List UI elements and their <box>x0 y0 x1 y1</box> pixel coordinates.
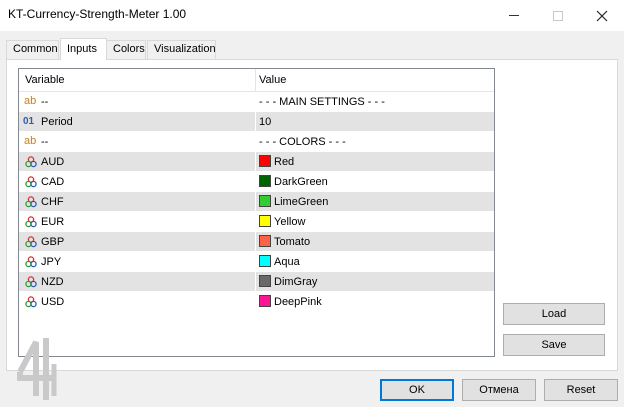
cell-divider <box>255 212 256 232</box>
cell-divider <box>255 112 256 132</box>
variable-value: Red <box>274 156 295 168</box>
variable-name: EUR <box>41 216 65 228</box>
variable-value: DimGray <box>274 276 318 288</box>
cell-divider <box>255 272 256 292</box>
integer-type-icon: 01 <box>23 116 35 127</box>
tab-inputs[interactable]: Inputs <box>60 38 107 60</box>
table-row[interactable]: AUD Red <box>19 152 494 172</box>
inputs-grid[interactable]: Variable Value ab -- - - - MAIN SETTINGS -… <box>18 68 495 357</box>
cell-divider <box>255 172 256 192</box>
maximize-icon <box>553 10 563 21</box>
table-row[interactable]: CHF LimeGreen <box>19 192 494 212</box>
grid-header: Variable Value <box>19 69 494 92</box>
column-header-variable[interactable]: Variable <box>25 74 65 86</box>
color-type-icon <box>25 276 37 288</box>
variable-name: CHF <box>41 196 64 208</box>
variable-name: GBP <box>41 236 65 248</box>
table-row[interactable]: EUR Yellow <box>19 212 494 232</box>
variable-value: DeepPink <box>274 296 322 308</box>
variable-value: - - - MAIN SETTINGS - - - <box>259 96 385 108</box>
variable-value: Aqua <box>274 256 300 268</box>
table-row[interactable]: NZD DimGray <box>19 272 494 292</box>
color-swatch <box>259 275 271 287</box>
color-swatch <box>259 175 271 187</box>
variable-name: JPY <box>41 256 62 268</box>
color-swatch <box>259 235 271 247</box>
tab-colors[interactable]: Colors <box>106 40 146 59</box>
variable-name: NZD <box>41 276 64 288</box>
color-swatch <box>259 195 271 207</box>
variable-name: AUD <box>41 156 65 168</box>
variable-value: - - - COLORS - - - <box>259 136 346 148</box>
watermark-logo <box>17 338 57 400</box>
minimize-button[interactable] <box>494 0 534 31</box>
color-swatch <box>259 215 271 227</box>
string-type-icon: ab <box>24 95 37 107</box>
minimize-icon <box>509 15 519 16</box>
title-bar: KT-Currency-Strength-Meter 1.00 <box>0 0 624 31</box>
color-type-icon <box>25 236 37 248</box>
variable-name: USD <box>41 296 65 308</box>
variable-value: 10 <box>259 116 272 128</box>
table-row[interactable]: CAD DarkGreen <box>19 172 494 192</box>
tab-visualization[interactable]: Visualization <box>147 40 216 59</box>
color-type-icon <box>25 176 37 188</box>
close-icon <box>596 10 608 21</box>
tab-common[interactable]: Common <box>6 40 59 59</box>
variable-value: Yellow <box>274 216 306 228</box>
table-row[interactable]: ab -- - - - COLORS - - - <box>19 132 494 152</box>
maximize-button[interactable] <box>538 0 578 31</box>
variable-name: -- <box>41 96 49 108</box>
variable-name: -- <box>41 136 49 148</box>
color-type-icon <box>25 156 37 168</box>
cell-divider <box>255 232 256 252</box>
save-button[interactable]: Save <box>503 334 605 356</box>
row-divider <box>19 311 494 312</box>
color-swatch <box>259 295 271 307</box>
cell-divider <box>255 292 256 312</box>
table-row[interactable]: JPY Aqua <box>19 252 494 272</box>
ok-button[interactable]: OK <box>380 379 454 401</box>
color-type-icon <box>25 196 37 208</box>
color-type-icon <box>25 296 37 308</box>
cancel-button[interactable]: Отмена <box>462 379 536 401</box>
cell-divider <box>255 252 256 272</box>
variable-name: Period <box>41 116 73 128</box>
variable-value: Tomato <box>274 236 311 248</box>
string-type-icon: ab <box>24 135 37 147</box>
table-row[interactable]: USD DeepPink <box>19 292 494 312</box>
window-title: KT-Currency-Strength-Meter 1.00 <box>8 7 187 21</box>
table-row[interactable]: 01 Period 10 <box>19 112 494 132</box>
color-swatch <box>259 255 271 267</box>
column-header-value[interactable]: Value <box>259 74 286 86</box>
table-row[interactable]: GBP Tomato <box>19 232 494 252</box>
color-swatch <box>259 155 271 167</box>
reset-button[interactable]: Reset <box>544 379 618 401</box>
cell-divider <box>255 132 256 152</box>
load-button[interactable]: Load <box>503 303 605 325</box>
cell-divider <box>255 152 256 172</box>
cell-divider <box>255 92 256 112</box>
table-row[interactable]: ab -- - - - MAIN SETTINGS - - - <box>19 92 494 112</box>
color-type-icon <box>25 216 37 228</box>
close-button[interactable] <box>582 0 622 31</box>
variable-value: LimeGreen <box>274 196 329 208</box>
cell-divider <box>255 192 256 212</box>
color-type-icon <box>25 256 37 268</box>
variable-value: DarkGreen <box>274 176 328 188</box>
grid-right-border <box>494 69 495 357</box>
column-divider[interactable] <box>255 69 256 92</box>
variable-name: CAD <box>41 176 65 188</box>
